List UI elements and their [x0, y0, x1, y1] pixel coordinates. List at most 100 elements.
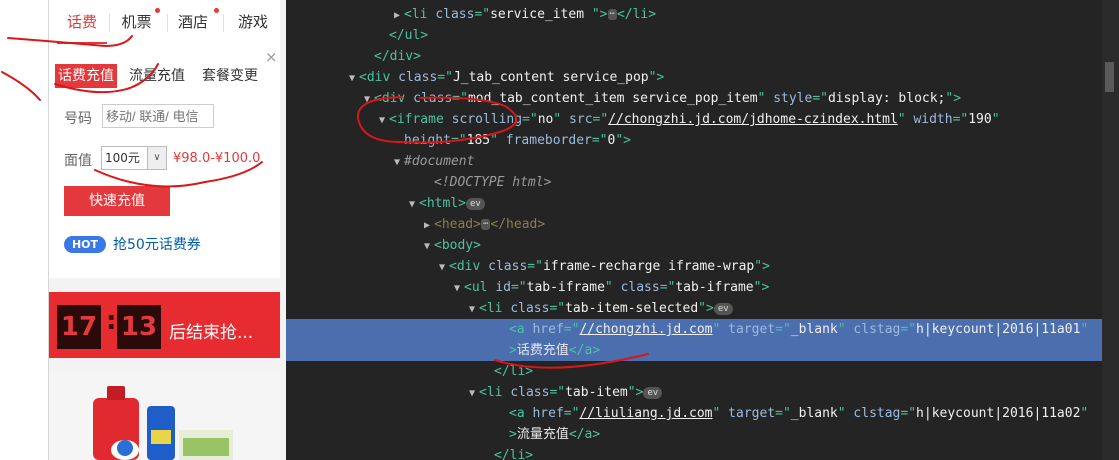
code-token-ellipsis[interactable]: ⋯ [607, 9, 617, 20]
dom-node-line[interactable]: ▼ <iframe scrolling="no" src="//chongzhi.… [286, 109, 1103, 130]
code-token-comment: <!DOCTYPE html> [434, 175, 552, 190]
code-token-val: mod_tab_content_item service_pop_item [467, 91, 758, 106]
code-token-tag: " [490, 133, 506, 148]
subtab-bill-recharge[interactable]: 话费充值 [55, 64, 117, 88]
dom-node-line[interactable]: <a href="//chongzhi.jd.com" target="_bla… [286, 319, 1103, 340]
code-token-attr: target [728, 406, 776, 421]
dom-node-line[interactable]: >话费充值</a> [286, 340, 1103, 361]
code-token-tag: " [1080, 406, 1089, 421]
code-token-attr: frameborder [505, 133, 592, 148]
chevron-down-icon[interactable]: ∨ [147, 147, 166, 169]
code-token-attr: class [510, 385, 550, 400]
dom-node-line[interactable]: </ul> [286, 25, 1103, 46]
dom-node-line[interactable]: ▼ <body> [286, 235, 1103, 256]
dom-node-line[interactable]: </li> [286, 361, 1103, 382]
code-token-tag: =" [450, 133, 467, 148]
subtab-plan-change[interactable]: 套餐变更 [199, 64, 261, 88]
collapse-triangle-icon[interactable]: ▼ [435, 257, 449, 278]
dom-node-line[interactable]: <a href="//liuliang.jd.com" target="_bla… [286, 403, 1103, 424]
devtools-elements-panel[interactable]: ▶ <li class="service_item "> ⋯ </li> </ul> </… [286, 0, 1119, 460]
code-token-tag: <iframe [389, 112, 452, 127]
collapse-triangle-icon[interactable]: ▼ [390, 152, 404, 173]
code-token-tag: =" [591, 133, 608, 148]
price-range: ¥98.0-¥100.0 [173, 151, 261, 166]
dom-node-line[interactable]: </div> [286, 46, 1103, 67]
tab-flights[interactable]: 机票 [109, 0, 164, 44]
expand-triangle-icon[interactable]: ▶ [420, 215, 434, 236]
scrollbar-thumb[interactable] [1105, 62, 1114, 92]
code-token-val: iframe-recharge iframe-wrap [542, 259, 755, 274]
hot-badge: HOT [64, 236, 106, 253]
code-token-tag: =" [522, 112, 538, 127]
dom-node-line[interactable]: ▼ <div class="iframe-recharge iframe-wrap… [286, 256, 1103, 277]
code-token-tag: =" [592, 112, 609, 127]
collapse-triangle-icon[interactable]: ▼ [360, 89, 374, 110]
dom-node-line[interactable]: height="185" frameborder="0"> [286, 130, 1103, 151]
code-token-attr: class [510, 301, 550, 316]
subtab-data-recharge[interactable]: 流量充值 [126, 64, 188, 88]
code-token-ev[interactable]: ev [643, 386, 663, 399]
code-token-ev[interactable]: ev [465, 197, 485, 210]
code-token-tag: =" [952, 112, 969, 127]
dom-node-line[interactable]: ▶ <li class="service_item "> ⋯ </li> [286, 4, 1103, 25]
collapse-triangle-icon[interactable]: ▼ [450, 278, 464, 299]
code-token-tag: </li> [494, 364, 534, 379]
expand-triangle-icon[interactable]: ▶ [390, 5, 404, 26]
code-token-tag: " [712, 406, 729, 421]
amount-select[interactable]: 100元 ∨ [101, 146, 167, 170]
code-token-ev[interactable]: ev [713, 302, 733, 315]
code-token-tag: </ul> [389, 28, 429, 43]
code-token-url[interactable]: //chongzhi.jd.com [579, 322, 712, 337]
tab-games[interactable]: 游戏 [227, 0, 279, 44]
dom-node-line[interactable]: ▼ <div class="J_tab_content service_pop"> [286, 67, 1103, 88]
collapse-triangle-icon[interactable]: ▼ [420, 236, 434, 257]
dom-node-line[interactable]: ▼ <ul id="tab-iframe" class="tab-iframe"> [286, 277, 1103, 298]
dom-node-line[interactable]: ▼ <div class="mod_tab_content_item servic… [286, 88, 1103, 109]
tab-divider [223, 14, 224, 32]
dom-node-line[interactable]: >流量充值</a> [286, 424, 1103, 445]
code-token-val: display: block; [827, 91, 946, 106]
code-token-url[interactable]: //liuliang.jd.com [579, 406, 712, 421]
code-token-val: _blank [790, 322, 838, 337]
close-icon[interactable]: × [265, 48, 278, 66]
tab-hotel[interactable]: 酒店 [167, 0, 219, 44]
seckill-banner[interactable]: 17 : 13 后结束抢... [49, 292, 281, 358]
code-token-tag: " [757, 91, 774, 106]
collapse-triangle-icon[interactable]: ▼ [465, 383, 479, 404]
code-token-url[interactable]: //chongzhi.jd.com/jdhome-czindex.html [608, 112, 898, 127]
collapse-triangle-icon[interactable]: ▼ [465, 299, 479, 320]
coupon-link[interactable]: 抢50元话费券 [113, 234, 201, 254]
dom-node-line[interactable]: ▼ <li class="tab-item-selected"> ev [286, 298, 1103, 319]
new-dot [214, 8, 219, 13]
code-token-val: J_tab_content service_pop [452, 70, 649, 85]
code-token-tag: <li [404, 7, 436, 22]
dom-node-line[interactable]: ▼ <li class="tab-item"> ev [286, 382, 1103, 403]
code-token-tag: <body> [434, 238, 481, 253]
code-token-txt: 话费充值 [516, 343, 569, 358]
phone-input[interactable] [102, 104, 214, 128]
code-token-ellipsis[interactable]: ⋯ [480, 219, 491, 230]
dom-node-line[interactable]: ▼ #document [286, 151, 1103, 172]
code-token-tag: " [553, 112, 570, 127]
code-token-tag: " [712, 322, 729, 337]
quick-recharge-button[interactable]: 快速充值 [64, 186, 170, 216]
code-token-tag: =" [474, 7, 491, 22]
collapse-triangle-icon[interactable]: ▼ [375, 110, 389, 131]
code-token-val: h|keycount|2016|11a01 [916, 322, 1081, 337]
dom-node-line[interactable]: </li> [286, 445, 1103, 460]
dom-node-line[interactable]: <!DOCTYPE html> [286, 172, 1103, 193]
product-image[interactable] [49, 372, 281, 460]
code-token-tag: <a [509, 406, 533, 421]
code-token-tag: " [991, 112, 1000, 127]
code-token-attr: href [532, 406, 564, 421]
dom-node-line[interactable]: ▶ <head> ⋯ </head> [286, 214, 1103, 235]
dom-node-line[interactable]: ▼ <html> ev [286, 193, 1103, 214]
code-token-attr: height [404, 133, 451, 148]
code-token-tag: "> [945, 91, 962, 106]
code-token-tag: </a> [568, 427, 601, 442]
code-token-tag: <ul [464, 280, 496, 295]
code-token-tag: =" [549, 301, 566, 316]
collapse-triangle-icon[interactable]: ▼ [405, 194, 419, 215]
tab-phone-bill[interactable]: 话费 [57, 0, 107, 44]
collapse-triangle-icon[interactable]: ▼ [345, 68, 359, 89]
